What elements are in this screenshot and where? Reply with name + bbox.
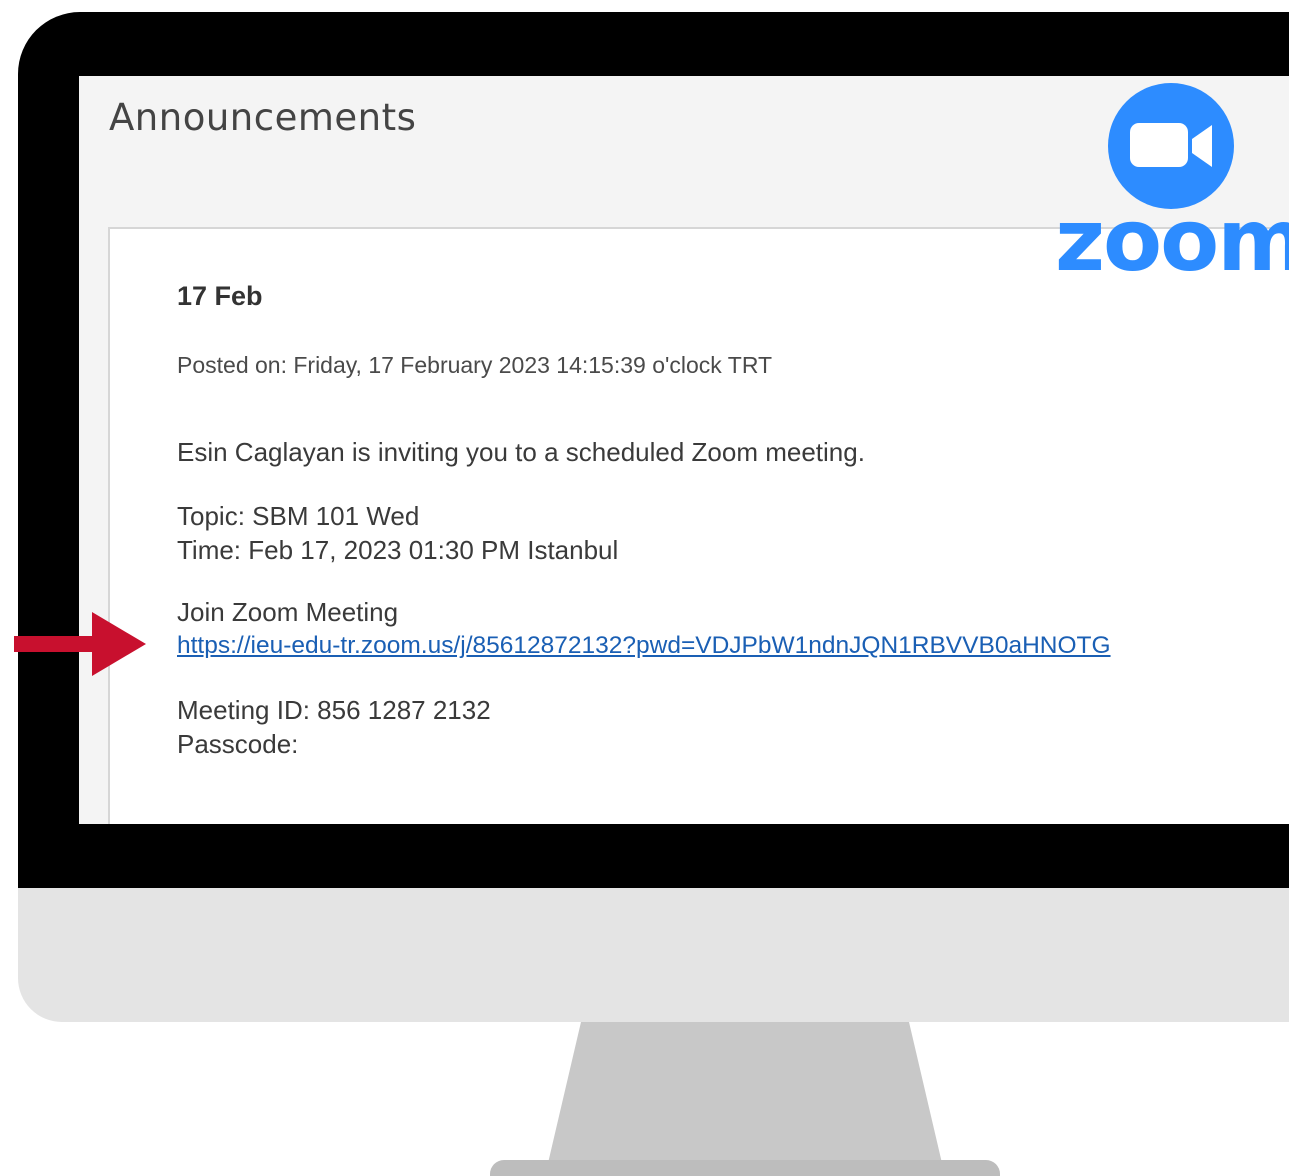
zoom-wordmark: zoom [1055,191,1289,291]
announcement-card: 17 Feb Posted on: Friday, 17 February 20… [108,227,1289,824]
join-meeting-label: Join Zoom Meeting [177,597,399,627]
announcement-title: 17 Feb [177,281,263,311]
monitor-chin [18,888,1289,1022]
meeting-time: Time: Feb 17, 2023 01:30 PM Istanbul [177,535,619,565]
arrow-right-icon [14,612,146,676]
monitor-stand [545,1022,945,1176]
posted-on-timestamp: Posted on: Friday, 17 February 2023 14:1… [177,352,773,378]
page-title: Announcements [109,96,417,139]
meeting-passcode: Passcode: [177,729,299,759]
zoom-logo: zoom [1055,80,1289,286]
meeting-id: Meeting ID: 856 1287 2132 [177,695,491,725]
monitor-illustration: Announcements 17 Feb Posted on: Friday, … [0,0,1289,1176]
invite-text: Esin Caglayan is inviting you to a sched… [177,437,865,467]
meeting-topic: Topic: SBM 101 Wed [177,501,420,531]
monitor-stand-base [490,1160,1000,1176]
zoom-meeting-link[interactable]: https://ieu-edu-tr.zoom.us/j/85612872132… [177,632,1111,660]
